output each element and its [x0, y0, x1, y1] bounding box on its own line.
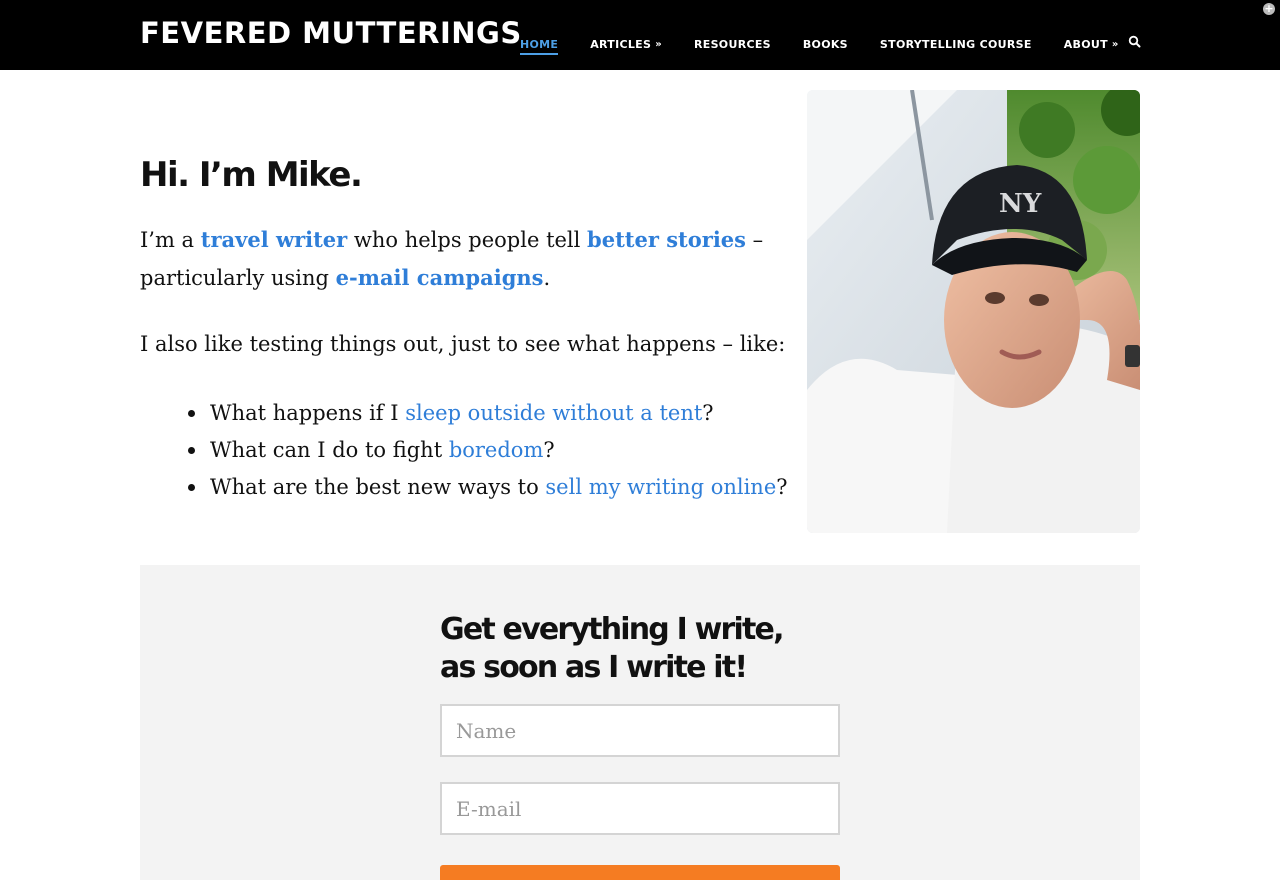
list-item-text: What are the best new ways to [210, 475, 546, 499]
top-navbar: FEVERED MUTTERINGS HOME ARTICLES» RESOUR… [0, 0, 1280, 70]
nav-item-articles[interactable]: ARTICLES» [590, 37, 662, 53]
list-item-text: ? [543, 438, 555, 462]
list-item-text: ? [702, 401, 714, 425]
list-item: What can I do to fight boredom? [188, 432, 788, 469]
site-brand[interactable]: FEVERED MUTTERINGS [140, 16, 522, 50]
signup-title: Get everything I write, as soon as I wri… [440, 612, 785, 685]
chevron-down-icon: » [1111, 39, 1119, 50]
nav-item-home-label: HOME [520, 38, 559, 51]
newsletter-signup: Get everything I write, as soon as I wri… [140, 565, 1140, 880]
intro-text: who helps people tell [347, 228, 588, 252]
chevron-down-icon: » [655, 39, 662, 50]
intro-text: I’m a [140, 228, 201, 252]
list-item-text: What happens if I [210, 401, 406, 425]
better-stories-link[interactable]: better stories [587, 227, 746, 252]
nav-item-books-label: BOOKS [802, 38, 848, 51]
sleep-outside-link[interactable]: sleep outside without a tent [405, 401, 702, 425]
travel-writer-link[interactable]: travel writer [201, 227, 347, 252]
experiments-list: What happens if I sleep outside without … [188, 395, 788, 506]
nav-item-articles-label: ARTICLES [590, 38, 652, 51]
search-icon[interactable] [1128, 35, 1142, 49]
nav-item-storytelling-course[interactable]: STORYTELLING COURSE [880, 37, 1032, 53]
page-title: Hi. I’m Mike. [140, 155, 363, 195]
testing-paragraph: I also like testing things out, just to … [140, 332, 786, 356]
list-item-text: What can I do to fight [210, 438, 449, 462]
svg-text:NY: NY [999, 189, 1042, 219]
list-item: What happens if I sleep outside without … [188, 395, 788, 432]
intro-text: . [543, 266, 551, 290]
boredom-link[interactable]: boredom [449, 438, 544, 462]
nav-item-about-label: ABOUT [1063, 38, 1108, 51]
email-campaigns-link[interactable]: e-mail campaigns [336, 265, 544, 290]
list-item-text: ? [776, 475, 788, 499]
profile-photo: NY [807, 90, 1140, 533]
nav-item-home[interactable]: HOME [520, 34, 559, 55]
sell-writing-link[interactable]: sell my writing online [545, 475, 776, 499]
nav-item-resources-label: RESOURCES [694, 38, 771, 51]
subscribe-button[interactable] [440, 865, 840, 880]
intro-paragraph: I’m a travel writer who helps people tel… [140, 221, 800, 297]
plus-circle-icon[interactable]: + [1263, 3, 1275, 15]
nav-item-about[interactable]: ABOUT» [1064, 37, 1119, 53]
name-field[interactable] [440, 704, 840, 757]
email-field[interactable] [440, 782, 840, 835]
nav-item-resources[interactable]: RESOURCES [694, 37, 771, 53]
nav-item-storytelling-course-label: STORYTELLING COURSE [879, 38, 1032, 51]
nav-item-books[interactable]: BOOKS [803, 37, 848, 53]
list-item: What are the best new ways to sell my wr… [188, 469, 788, 506]
main-nav: HOME ARTICLES» RESOURCES BOOKS STORYTELL… [520, 34, 1151, 55]
